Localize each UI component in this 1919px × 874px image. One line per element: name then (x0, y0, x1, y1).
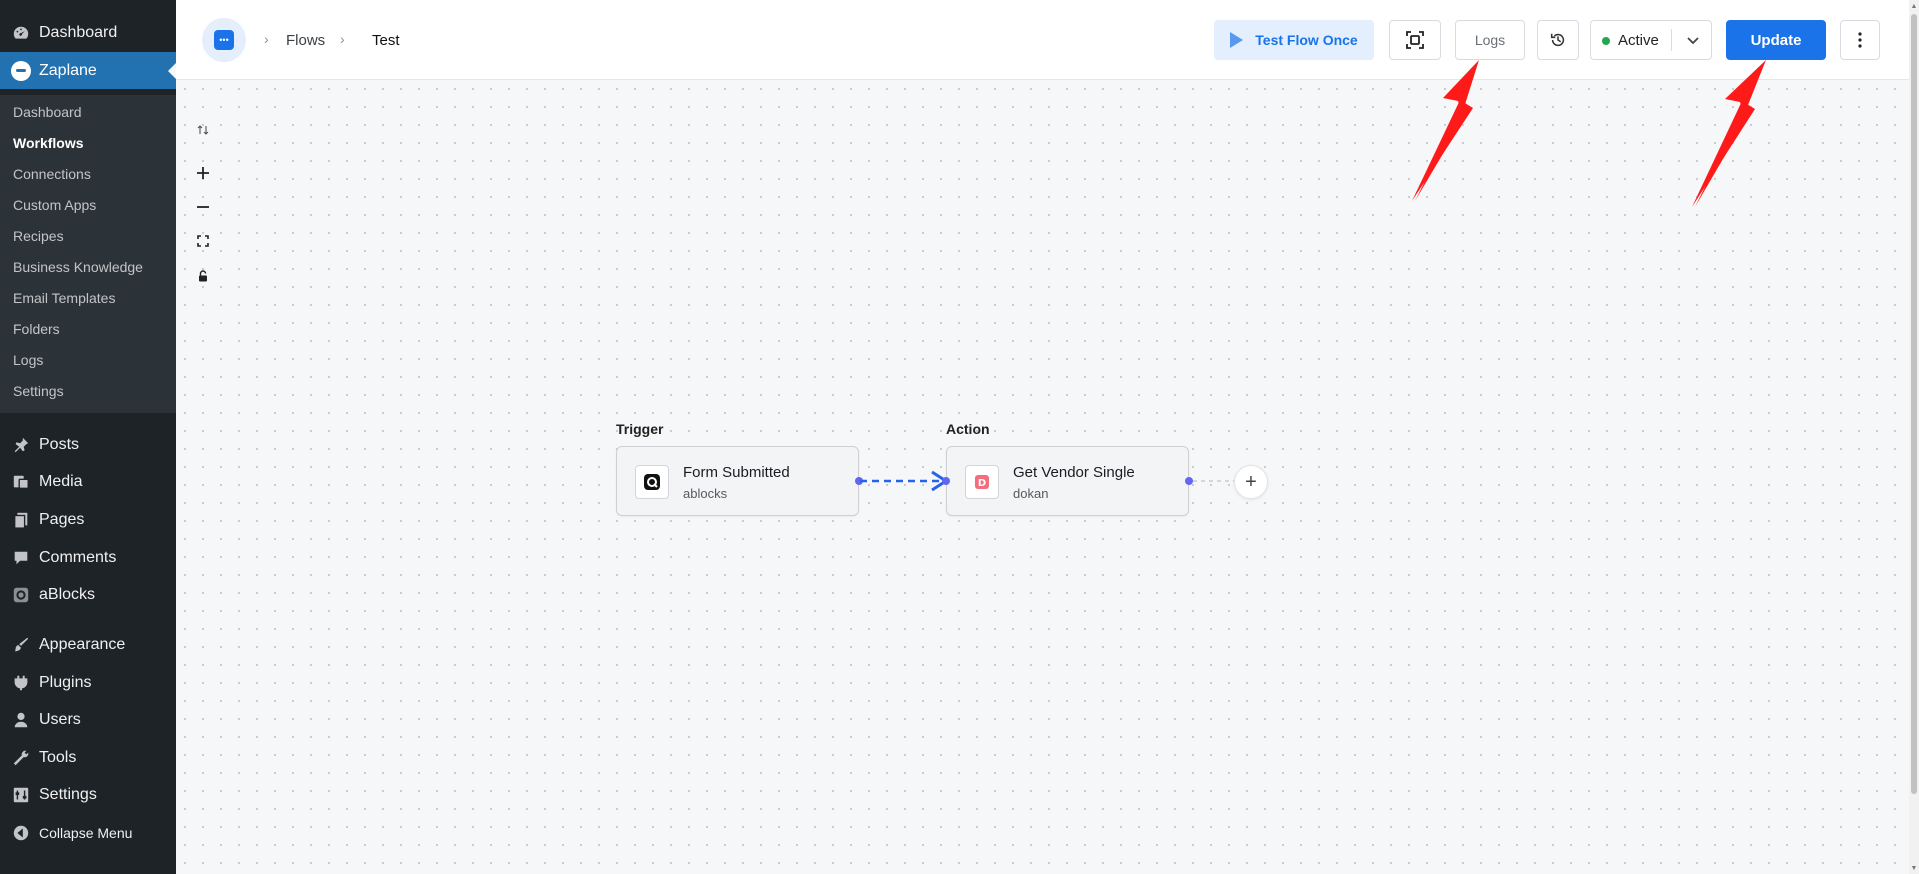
submenu-item-dashboard[interactable]: Dashboard (13, 104, 82, 120)
zoom-in-icon[interactable] (192, 162, 214, 184)
flow-edge (860, 470, 948, 492)
sidebar-item-label: Plugins (39, 673, 92, 691)
sidebar-item-dashboard[interactable]: Dashboard (0, 14, 176, 51)
sort-icon[interactable] (192, 119, 214, 141)
flow-editor-header: ••• › Flows › Test Test Flow Once Logs A… (176, 0, 1909, 80)
node-title: Get Vendor Single (1013, 464, 1135, 481)
sidebar-item-settings[interactable]: Settings (0, 776, 176, 813)
sidebar-item-media[interactable]: Media (0, 463, 176, 500)
version-history-button[interactable] (1537, 20, 1579, 60)
sidebar-item-label: Media (39, 472, 83, 490)
more-options-button[interactable] (1840, 20, 1880, 60)
submenu-item-recipes[interactable]: Recipes (13, 228, 64, 244)
sidebar-item-label: Users (39, 710, 81, 728)
sidebar-item-label: Pages (39, 510, 85, 528)
ablocks-app-icon (635, 465, 669, 499)
lock-icon[interactable] (192, 265, 214, 287)
test-flow-once-button[interactable]: Test Flow Once (1214, 20, 1374, 60)
sidebar-item-users[interactable]: Users (0, 701, 176, 738)
sidebar-item-label: aBlocks (39, 585, 96, 603)
trigger-section-label: Trigger (616, 421, 664, 437)
pages-icon (11, 510, 31, 530)
admin-sidebar: Dashboard Zaplane Dashboard Workflows Co… (0, 0, 176, 874)
submenu-item-email-templates[interactable]: Email Templates (13, 290, 115, 306)
status-dot-icon (1602, 37, 1610, 45)
play-icon (1230, 32, 1244, 48)
zaplane-logo-icon: ••• (214, 30, 234, 50)
submenu-item-business-knowledge[interactable]: Business Knowledge (13, 259, 143, 275)
sidebar-item-appearance[interactable]: Appearance (0, 626, 176, 663)
node-subtitle: ablocks (683, 486, 728, 501)
scroll-down-icon[interactable]: ▼ (1909, 862, 1919, 874)
sidebar-item-label: Settings (39, 785, 97, 803)
user-icon (11, 710, 31, 730)
chevron-right-icon: › (340, 31, 345, 47)
node-subtitle: dokan (1013, 486, 1049, 501)
update-button[interactable]: Update (1726, 20, 1826, 60)
dashboard-icon (11, 23, 31, 43)
zaplane-submenu: Dashboard Workflows Connections Custom A… (0, 95, 176, 413)
sidebar-item-label: Dashboard (39, 23, 118, 41)
sidebar-item-label: Posts (39, 435, 80, 453)
submenu-item-folders[interactable]: Folders (13, 321, 60, 337)
comment-icon (11, 548, 31, 568)
divider (1671, 29, 1672, 51)
settings-icon (11, 785, 31, 805)
brush-icon (11, 635, 31, 655)
status-label: Active (1618, 32, 1659, 49)
screenshot-frame-icon (1406, 31, 1424, 49)
node-title: Form Submitted (683, 464, 790, 481)
more-vertical-icon (1858, 32, 1862, 48)
sidebar-item-label: Zaplane (39, 61, 97, 79)
zaplane-logo[interactable]: ••• (202, 18, 246, 62)
test-flow-once-label: Test Flow Once (1255, 32, 1358, 48)
add-step-button[interactable]: + (1234, 465, 1268, 499)
breadcrumb-flows[interactable]: Flows (286, 32, 325, 49)
zaplane-icon (11, 60, 31, 81)
sidebar-item-label: Appearance (39, 635, 126, 653)
sidebar-item-ablocks[interactable]: aBlocks (0, 576, 176, 613)
sidebar-item-pages[interactable]: Pages (0, 501, 176, 538)
sidebar-item-plugins[interactable]: Plugins (0, 664, 176, 701)
zoom-out-icon[interactable] (192, 196, 214, 218)
sidebar-item-comments[interactable]: Comments (0, 539, 176, 576)
pin-icon (11, 435, 31, 455)
media-icon (11, 472, 31, 492)
sidebar-collapse-menu[interactable]: Collapse Menu (0, 814, 176, 851)
ablocks-icon (11, 585, 31, 605)
sidebar-item-label: Tools (39, 748, 77, 766)
scrollbar-thumb[interactable] (1911, 14, 1917, 794)
wrench-icon (11, 748, 31, 768)
svg-text:D: D (978, 478, 986, 489)
dokan-app-icon: D (965, 465, 999, 499)
chevron-right-icon: › (264, 31, 269, 47)
sidebar-item-label: Collapse Menu (39, 824, 133, 841)
action-node[interactable]: D Get Vendor Single dokan (946, 446, 1189, 516)
history-icon (1550, 33, 1565, 47)
focus-view-button[interactable] (1389, 20, 1441, 60)
submenu-item-connections[interactable]: Connections (13, 166, 91, 182)
submenu-item-settings[interactable]: Settings (13, 383, 64, 399)
trigger-node[interactable]: Form Submitted ablocks (616, 446, 859, 516)
submenu-item-workflows[interactable]: Workflows (13, 135, 84, 151)
submenu-item-custom-apps[interactable]: Custom Apps (13, 197, 96, 213)
sidebar-item-label: Comments (39, 548, 117, 566)
pending-edge (1193, 480, 1237, 482)
flow-status-dropdown[interactable]: Active (1590, 20, 1712, 60)
flow-canvas[interactable]: Trigger Form Submitted ablocks Action D … (176, 80, 1909, 874)
breadcrumb-current-flow: Test (372, 32, 400, 49)
submenu-item-logs[interactable]: Logs (13, 352, 43, 368)
logs-button[interactable]: Logs (1455, 20, 1525, 60)
sidebar-item-posts[interactable]: Posts (0, 426, 176, 463)
scroll-up-icon[interactable]: ▲ (1909, 0, 1919, 12)
collapse-icon (11, 823, 31, 843)
fit-view-icon[interactable] (192, 230, 214, 252)
node-output-handle[interactable] (1185, 477, 1193, 485)
sidebar-item-zaplane[interactable]: Zaplane (0, 52, 176, 89)
chevron-down-icon[interactable] (1681, 28, 1705, 52)
plug-icon (11, 673, 31, 693)
sidebar-item-tools[interactable]: Tools (0, 739, 176, 776)
action-section-label: Action (946, 421, 990, 437)
node-input-handle[interactable] (942, 477, 950, 485)
